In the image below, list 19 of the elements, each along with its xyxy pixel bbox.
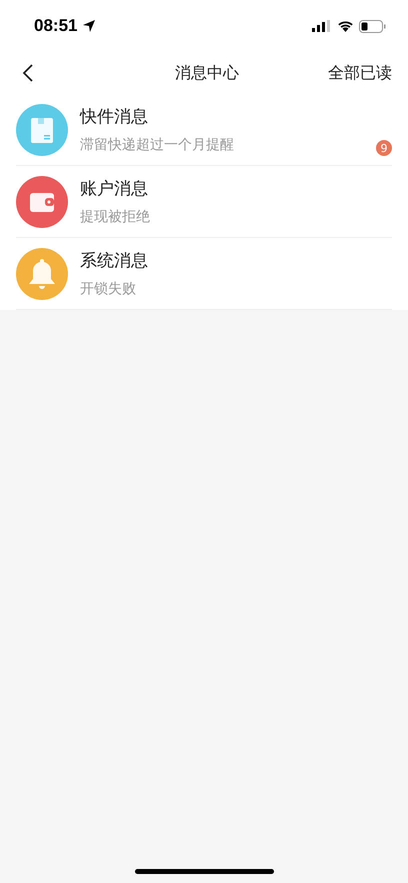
battery-icon — [359, 20, 386, 32]
message-item[interactable]: 快件消息 滞留快递超过一个月提醒 9 — [16, 94, 392, 166]
message-item[interactable]: 系统消息 开锁失败 — [16, 238, 392, 310]
unread-badge: 9 — [376, 140, 392, 156]
page-title: 消息中心 — [175, 62, 239, 84]
message-title: 快件消息 — [80, 106, 149, 128]
mark-all-read-button[interactable]: 全部已读 — [328, 62, 392, 84]
back-icon — [22, 63, 34, 83]
signal-icon — [312, 20, 332, 32]
back-button[interactable] — [22, 63, 34, 83]
message-item[interactable]: 账户消息 提现被拒绝 — [16, 166, 392, 238]
message-preview: 开锁失败 — [80, 280, 137, 298]
status-time: 08:51 — [34, 16, 78, 36]
message-preview: 提现被拒绝 — [80, 208, 151, 226]
message-title: 系统消息 — [80, 250, 149, 272]
location-arrow-icon — [82, 19, 96, 33]
message-preview: 滞留快递超过一个月提醒 — [80, 136, 235, 154]
message-title: 账户消息 — [80, 178, 149, 200]
wifi-icon — [337, 20, 354, 32]
